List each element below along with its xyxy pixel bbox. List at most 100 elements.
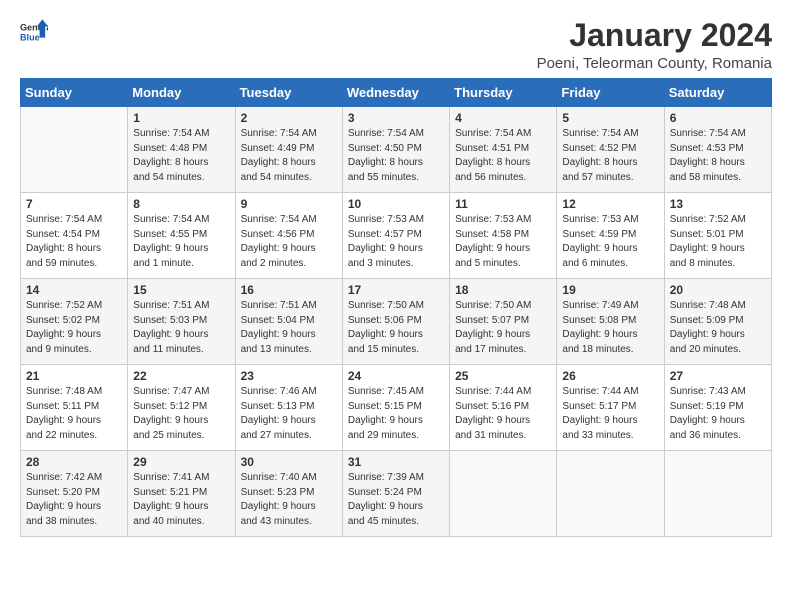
day-info: Sunrise: 7:44 AMSunset: 5:16 PMDaylight:… xyxy=(455,385,551,443)
day-info: Sunrise: 7:49 AMSunset: 5:08 PMDaylight:… xyxy=(562,299,658,357)
calendar-week-row: 28 Sunrise: 7:42 AMSunset: 5:20 PMDayligh… xyxy=(21,451,772,537)
day-number: 11 xyxy=(455,197,551,211)
calendar-table: Sunday Monday Tuesday Wednesday Thursday… xyxy=(20,78,772,537)
day-number: 17 xyxy=(348,283,444,297)
day-number: 3 xyxy=(348,111,444,125)
day-info: Sunrise: 7:53 AMSunset: 4:58 PMDaylight:… xyxy=(455,213,551,271)
day-number: 29 xyxy=(133,455,229,469)
header: General Blue January 2024 Poeni, Teleorm… xyxy=(20,18,772,72)
table-row: 19 Sunrise: 7:49 AMSunset: 5:08 PMDayligh… xyxy=(557,279,664,365)
day-number: 18 xyxy=(455,283,551,297)
table-row: 10Sunrise: 7:53 AMSunset: 4:57 PMDayligh… xyxy=(342,193,449,279)
day-number: 21 xyxy=(26,369,122,383)
day-info: Sunrise: 7:48 AMSunset: 5:09 PMDaylight:… xyxy=(670,299,766,357)
col-monday: Monday xyxy=(128,79,235,107)
table-row: 4 Sunrise: 7:54 AMSunset: 4:51 PMDaylight… xyxy=(450,107,557,193)
day-number: 16 xyxy=(241,283,337,297)
table-row: 6 Sunrise: 7:54 AMSunset: 4:53 PMDaylight… xyxy=(664,107,771,193)
day-number: 25 xyxy=(455,369,551,383)
table-row: 26Sunrise: 7:44 AMSunset: 5:17 PMDayligh… xyxy=(557,365,664,451)
table-row: 24 Sunrise: 7:45 AMSunset: 5:15 PMDayligh… xyxy=(342,365,449,451)
day-number: 1 xyxy=(133,111,229,125)
day-info: Sunrise: 7:50 AMSunset: 5:07 PMDaylight:… xyxy=(455,299,551,357)
day-number: 20 xyxy=(670,283,766,297)
table-row: 13 Sunrise: 7:52 AMSunset: 5:01 PMDayligh… xyxy=(664,193,771,279)
table-row: 8 Sunrise: 7:54 AMSunset: 4:55 PMDaylight… xyxy=(128,193,235,279)
table-row: 15 Sunrise: 7:51 AMSunset: 5:03 PMDayligh… xyxy=(128,279,235,365)
day-info: Sunrise: 7:53 AMSunset: 4:57 PMDaylight:… xyxy=(348,213,444,271)
day-number: 23 xyxy=(241,369,337,383)
table-row: 20 Sunrise: 7:48 AMSunset: 5:09 PMDayligh… xyxy=(664,279,771,365)
page: General Blue January 2024 Poeni, Teleorm… xyxy=(0,0,792,612)
day-number: 14 xyxy=(26,283,122,297)
calendar-week-row: 1 Sunrise: 7:54 AMSunset: 4:48 PMDaylight… xyxy=(21,107,772,193)
month-title: January 2024 xyxy=(537,18,772,53)
calendar-week-row: 21Sunrise: 7:48 AMSunset: 5:11 PMDayligh… xyxy=(21,365,772,451)
table-row: 3 Sunrise: 7:54 AMSunset: 4:50 PMDaylight… xyxy=(342,107,449,193)
table-row: 29 Sunrise: 7:41 AMSunset: 5:21 PMDayligh… xyxy=(128,451,235,537)
day-info: Sunrise: 7:42 AMSunset: 5:20 PMDaylight:… xyxy=(26,471,122,529)
table-row: 16 Sunrise: 7:51 AMSunset: 5:04 PMDayligh… xyxy=(235,279,342,365)
table-row: 2 Sunrise: 7:54 AMSunset: 4:49 PMDaylight… xyxy=(235,107,342,193)
title-block: January 2024 Poeni, Teleorman County, Ro… xyxy=(537,18,772,72)
col-thursday: Thursday xyxy=(450,79,557,107)
day-info: Sunrise: 7:54 AMSunset: 4:50 PMDaylight:… xyxy=(348,127,444,185)
day-number: 6 xyxy=(670,111,766,125)
day-number: 8 xyxy=(133,197,229,211)
col-tuesday: Tuesday xyxy=(235,79,342,107)
day-number: 13 xyxy=(670,197,766,211)
table-row: 14 Sunrise: 7:52 AMSunset: 5:02 PMDayligh… xyxy=(21,279,128,365)
day-info: Sunrise: 7:47 AMSunset: 5:12 PMDaylight:… xyxy=(133,385,229,443)
col-friday: Friday xyxy=(557,79,664,107)
logo: General Blue xyxy=(20,18,48,46)
table-row: 23 Sunrise: 7:46 AMSunset: 5:13 PMDayligh… xyxy=(235,365,342,451)
day-info: Sunrise: 7:54 AMSunset: 4:51 PMDaylight:… xyxy=(455,127,551,185)
day-info: Sunrise: 7:54 AMSunset: 4:49 PMDaylight:… xyxy=(241,127,337,185)
day-info: Sunrise: 7:41 AMSunset: 5:21 PMDaylight:… xyxy=(133,471,229,529)
calendar-header-row: Sunday Monday Tuesday Wednesday Thursday… xyxy=(21,79,772,107)
day-info: Sunrise: 7:45 AMSunset: 5:15 PMDaylight:… xyxy=(348,385,444,443)
day-info: Sunrise: 7:54 AMSunset: 4:55 PMDaylight:… xyxy=(133,213,229,271)
day-info: Sunrise: 7:51 AMSunset: 5:04 PMDaylight:… xyxy=(241,299,337,357)
day-number: 19 xyxy=(562,283,658,297)
day-info: Sunrise: 7:39 AMSunset: 5:24 PMDaylight:… xyxy=(348,471,444,529)
day-info: Sunrise: 7:54 AMSunset: 4:48 PMDaylight:… xyxy=(133,127,229,185)
calendar-week-row: 7Sunrise: 7:54 AMSunset: 4:54 PMDaylight… xyxy=(21,193,772,279)
day-info: Sunrise: 7:40 AMSunset: 5:23 PMDaylight:… xyxy=(241,471,337,529)
table-row: 5Sunrise: 7:54 AMSunset: 4:52 PMDaylight… xyxy=(557,107,664,193)
table-row: 11 Sunrise: 7:53 AMSunset: 4:58 PMDayligh… xyxy=(450,193,557,279)
day-number: 24 xyxy=(348,369,444,383)
table-row: 28 Sunrise: 7:42 AMSunset: 5:20 PMDayligh… xyxy=(21,451,128,537)
table-row xyxy=(557,451,664,537)
day-info: Sunrise: 7:46 AMSunset: 5:13 PMDaylight:… xyxy=(241,385,337,443)
day-number: 9 xyxy=(241,197,337,211)
table-row xyxy=(21,107,128,193)
table-row: 18 Sunrise: 7:50 AMSunset: 5:07 PMDayligh… xyxy=(450,279,557,365)
table-row: 12 Sunrise: 7:53 AMSunset: 4:59 PMDayligh… xyxy=(557,193,664,279)
table-row: 25 Sunrise: 7:44 AMSunset: 5:16 PMDayligh… xyxy=(450,365,557,451)
logo-icon: General Blue xyxy=(20,18,48,46)
day-number: 22 xyxy=(133,369,229,383)
day-number: 30 xyxy=(241,455,337,469)
day-info: Sunrise: 7:53 AMSunset: 4:59 PMDaylight:… xyxy=(562,213,658,271)
day-number: 31 xyxy=(348,455,444,469)
day-info: Sunrise: 7:52 AMSunset: 5:01 PMDaylight:… xyxy=(670,213,766,271)
day-number: 2 xyxy=(241,111,337,125)
table-row xyxy=(664,451,771,537)
table-row: 27Sunrise: 7:43 AMSunset: 5:19 PMDayligh… xyxy=(664,365,771,451)
day-number: 15 xyxy=(133,283,229,297)
day-info: Sunrise: 7:54 AMSunset: 4:53 PMDaylight:… xyxy=(670,127,766,185)
day-number: 27 xyxy=(670,369,766,383)
day-info: Sunrise: 7:51 AMSunset: 5:03 PMDaylight:… xyxy=(133,299,229,357)
day-info: Sunrise: 7:44 AMSunset: 5:17 PMDaylight:… xyxy=(562,385,658,443)
table-row: 30 Sunrise: 7:40 AMSunset: 5:23 PMDayligh… xyxy=(235,451,342,537)
day-number: 5 xyxy=(562,111,658,125)
day-number: 12 xyxy=(562,197,658,211)
day-number: 28 xyxy=(26,455,122,469)
day-number: 7 xyxy=(26,197,122,211)
day-info: Sunrise: 7:50 AMSunset: 5:06 PMDaylight:… xyxy=(348,299,444,357)
day-number: 4 xyxy=(455,111,551,125)
location-title: Poeni, Teleorman County, Romania xyxy=(537,55,772,72)
table-row: 1 Sunrise: 7:54 AMSunset: 4:48 PMDaylight… xyxy=(128,107,235,193)
day-info: Sunrise: 7:52 AMSunset: 5:02 PMDaylight:… xyxy=(26,299,122,357)
